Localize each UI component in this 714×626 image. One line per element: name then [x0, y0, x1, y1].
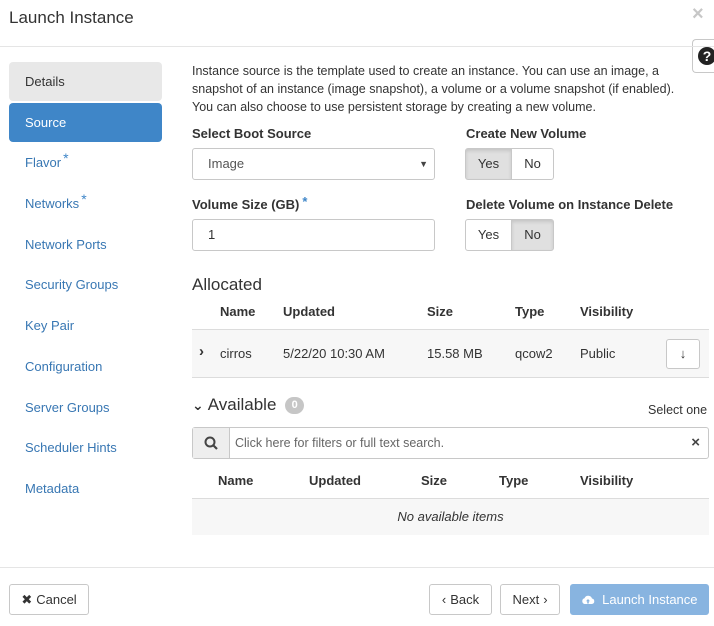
help-icon: ? [698, 47, 714, 65]
create-volume-no-button[interactable]: No [511, 148, 554, 180]
cloud-upload-icon [581, 592, 599, 607]
back-button[interactable]: ‹ Back [429, 584, 492, 615]
required-marker: * [302, 194, 308, 209]
nav-item-networks[interactable]: Networks * [9, 184, 162, 223]
header-divider [0, 46, 714, 47]
deallocate-button[interactable]: ↓ [666, 339, 700, 369]
allocated-updated: 5/22/20 10:30 AM [283, 346, 385, 361]
nav-item-scheduler-hints[interactable]: Scheduler Hints [9, 428, 162, 467]
boot-source-select[interactable]: Image ▼ [192, 148, 435, 180]
chevron-right-icon: › [543, 592, 548, 607]
column-header: Updated [309, 473, 361, 488]
nav-item-key-pair[interactable]: Key Pair [9, 306, 162, 345]
nav-item-label: Scheduler Hints [25, 440, 117, 455]
nav-item-label: Key Pair [25, 318, 75, 333]
allocated-title: Allocated [192, 275, 262, 294]
next-button[interactable]: Next › [500, 584, 560, 615]
allocated-type: qcow2 [515, 346, 553, 361]
delete-volume-label: Delete Volume on Instance Delete [466, 197, 674, 212]
launch-instance-button[interactable]: Launch Instance [570, 584, 709, 615]
create-volume-yes-button[interactable]: Yes [465, 148, 512, 180]
allocated-visibility: Public [580, 346, 616, 361]
available-title: Available [207, 395, 277, 414]
delete-volume-no-button[interactable]: No [511, 219, 554, 251]
volume-size-label-text: Volume Size (GB) [192, 197, 300, 212]
search-icon [193, 428, 230, 458]
nav-item-configuration[interactable]: Configuration [9, 347, 162, 386]
cancel-button[interactable]: ✖ Cancel [9, 584, 89, 615]
search-bar: Click here for filters or full text sear… [192, 427, 709, 459]
nav-item-label: Metadata [25, 481, 80, 496]
delete-volume-toggle: Yes No [465, 219, 554, 251]
nav-item-label: Details [25, 74, 65, 89]
available-header[interactable]: ⌄ Available 0 [192, 395, 305, 415]
clear-search-icon[interactable]: × [691, 428, 700, 458]
nav-item-flavor[interactable]: Flavor * [9, 143, 162, 182]
allocated-size: 15.58 MB [427, 346, 483, 361]
column-header: Visibility [580, 473, 634, 488]
nav-item-metadata[interactable]: Metadata [9, 469, 162, 508]
footer-divider [0, 567, 714, 568]
column-header: Updated [283, 304, 335, 319]
required-marker: * [63, 150, 69, 166]
column-header: Name [218, 473, 254, 488]
cancel-label: Cancel [36, 592, 77, 607]
chevron-down-icon: ⌄ [192, 397, 204, 413]
column-header: Size [427, 304, 454, 319]
back-label: Back [450, 592, 480, 607]
nav-item-details[interactable]: Details [9, 62, 162, 101]
column-header: Name [220, 304, 256, 319]
chevron-down-icon: ▼ [419, 159, 428, 169]
modal-title: Launch Instance [9, 8, 134, 27]
create-volume-label: Create New Volume [466, 126, 587, 141]
nav-item-server-groups[interactable]: Server Groups [9, 388, 162, 427]
close-icon[interactable]: × [692, 4, 704, 24]
column-header: Type [499, 473, 529, 488]
launch-label: Launch Instance [602, 592, 698, 607]
column-header: Visibility [580, 304, 634, 319]
volume-size-label: Volume Size (GB) * [192, 194, 308, 212]
available-count-badge: 0 [285, 397, 305, 414]
empty-text: No available items [397, 509, 504, 524]
close-icon: ✖ [21, 592, 33, 607]
nav-item-label: Server Groups [25, 400, 110, 415]
search-input[interactable]: Click here for filters or full text sear… [235, 428, 444, 458]
nav-item-label: Source [25, 115, 67, 130]
nav-item-label: Networks [25, 196, 80, 211]
nav-item-security-groups[interactable]: Security Groups [9, 265, 162, 304]
nav-item-label: Flavor [25, 155, 62, 170]
select-one-hint: Select one [648, 403, 708, 417]
column-header: Type [515, 304, 545, 319]
arrow-down-icon: ↓ [679, 346, 687, 361]
nav-item-network-ports[interactable]: Network Ports [9, 225, 162, 264]
volume-size-input[interactable]: 1 [192, 219, 435, 251]
boot-source-value: Image [208, 156, 245, 171]
required-marker: * [81, 191, 87, 207]
nav-item-label: Network Ports [25, 237, 107, 252]
chevron-left-icon: ‹ [441, 592, 447, 607]
create-volume-toggle: Yes No [465, 148, 554, 180]
nav-item-label: Security Groups [25, 277, 119, 292]
nav-item-label: Configuration [25, 359, 103, 374]
nav-item-source[interactable]: Source [9, 103, 162, 142]
boot-source-label: Select Boot Source [192, 126, 312, 141]
chevron-right-icon[interactable]: › [199, 343, 204, 360]
allocated-name: cirros [220, 346, 252, 361]
source-description: Instance source is the template used to … [192, 64, 675, 114]
delete-volume-yes-button[interactable]: Yes [465, 219, 512, 251]
column-header: Size [421, 473, 448, 488]
next-label: Next [512, 592, 540, 607]
help-button[interactable]: ? [692, 39, 714, 73]
